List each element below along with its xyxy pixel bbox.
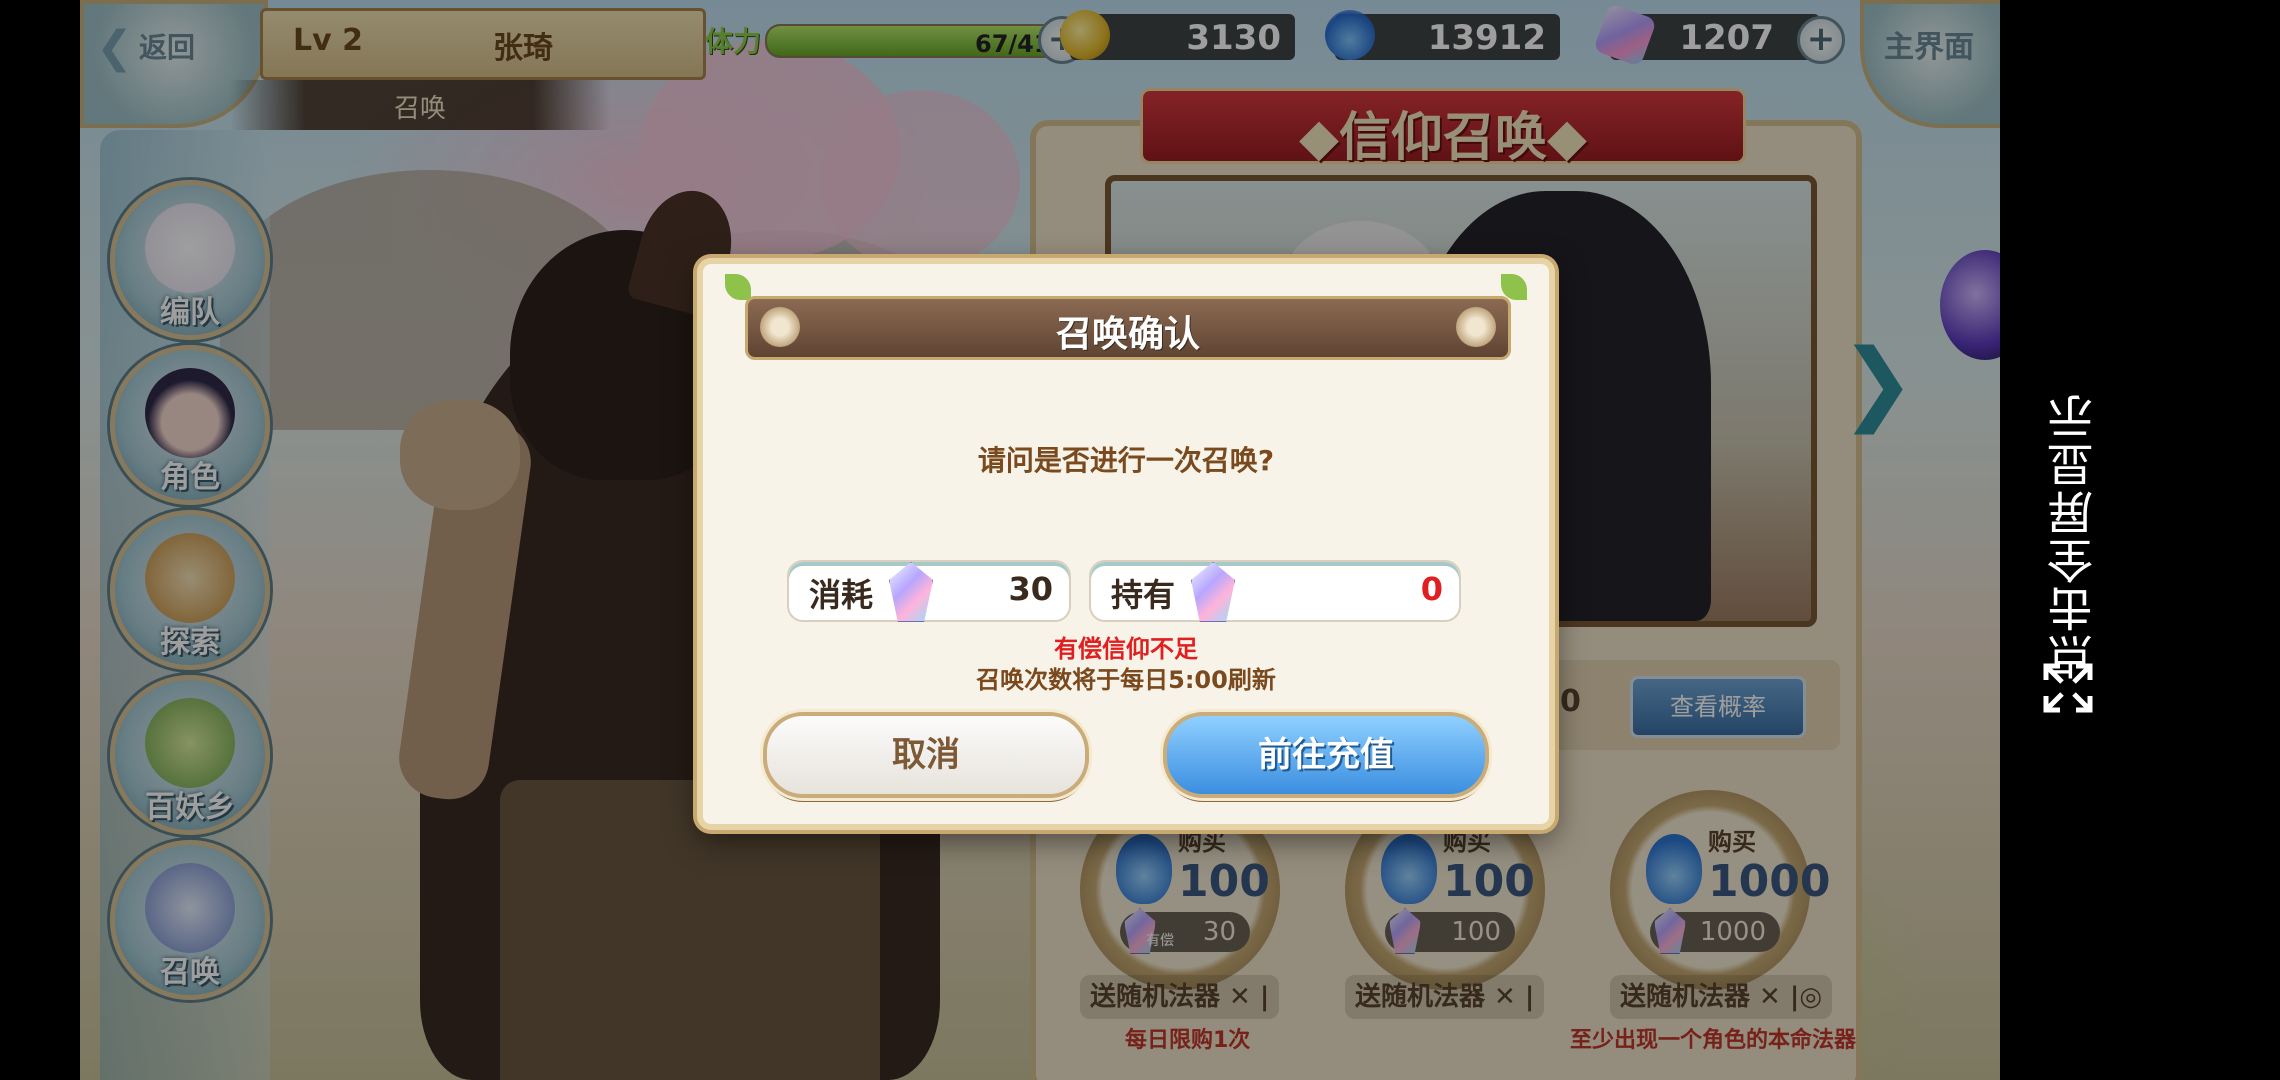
gem-icon — [889, 562, 933, 622]
fullscreen-hint-text[interactable]: 点击全屏显示 — [2040, 360, 2100, 680]
owned-label: 持有 — [1111, 576, 1176, 614]
owned-value: 0 — [1420, 570, 1443, 608]
cost-value: 30 — [1008, 570, 1053, 608]
dialog-question: 请问是否进行一次召唤? — [977, 444, 1275, 477]
expand-icon[interactable] — [2040, 660, 2096, 716]
gem-icon — [1191, 562, 1235, 622]
game-screen: ◆信仰召唤◆ 0 查看概率 购买 100 30 有偿 购买 100 100 购买… — [80, 0, 2000, 1080]
cancel-button[interactable]: 取消 — [763, 712, 1089, 798]
refresh-note: 召唤次数将于每日5:00刷新 — [976, 666, 1276, 694]
owned-display: 持有 0 — [1089, 560, 1461, 622]
dialog-header: 召唤确认 — [745, 296, 1511, 360]
leaf-icon — [725, 274, 751, 300]
insufficient-warning: 有偿信仰不足 — [1054, 635, 1198, 663]
summon-confirm-dialog: 召唤确认 请问是否进行一次召唤? 消耗 30 持有 0 有偿信仰不足 召唤次数将… — [697, 258, 1555, 830]
cost-label: 消耗 — [809, 576, 874, 614]
dialog-title: 召唤确认 — [1055, 314, 1200, 355]
cost-display: 消耗 30 — [787, 560, 1071, 622]
go-topup-button[interactable]: 前往充值 — [1163, 712, 1489, 798]
